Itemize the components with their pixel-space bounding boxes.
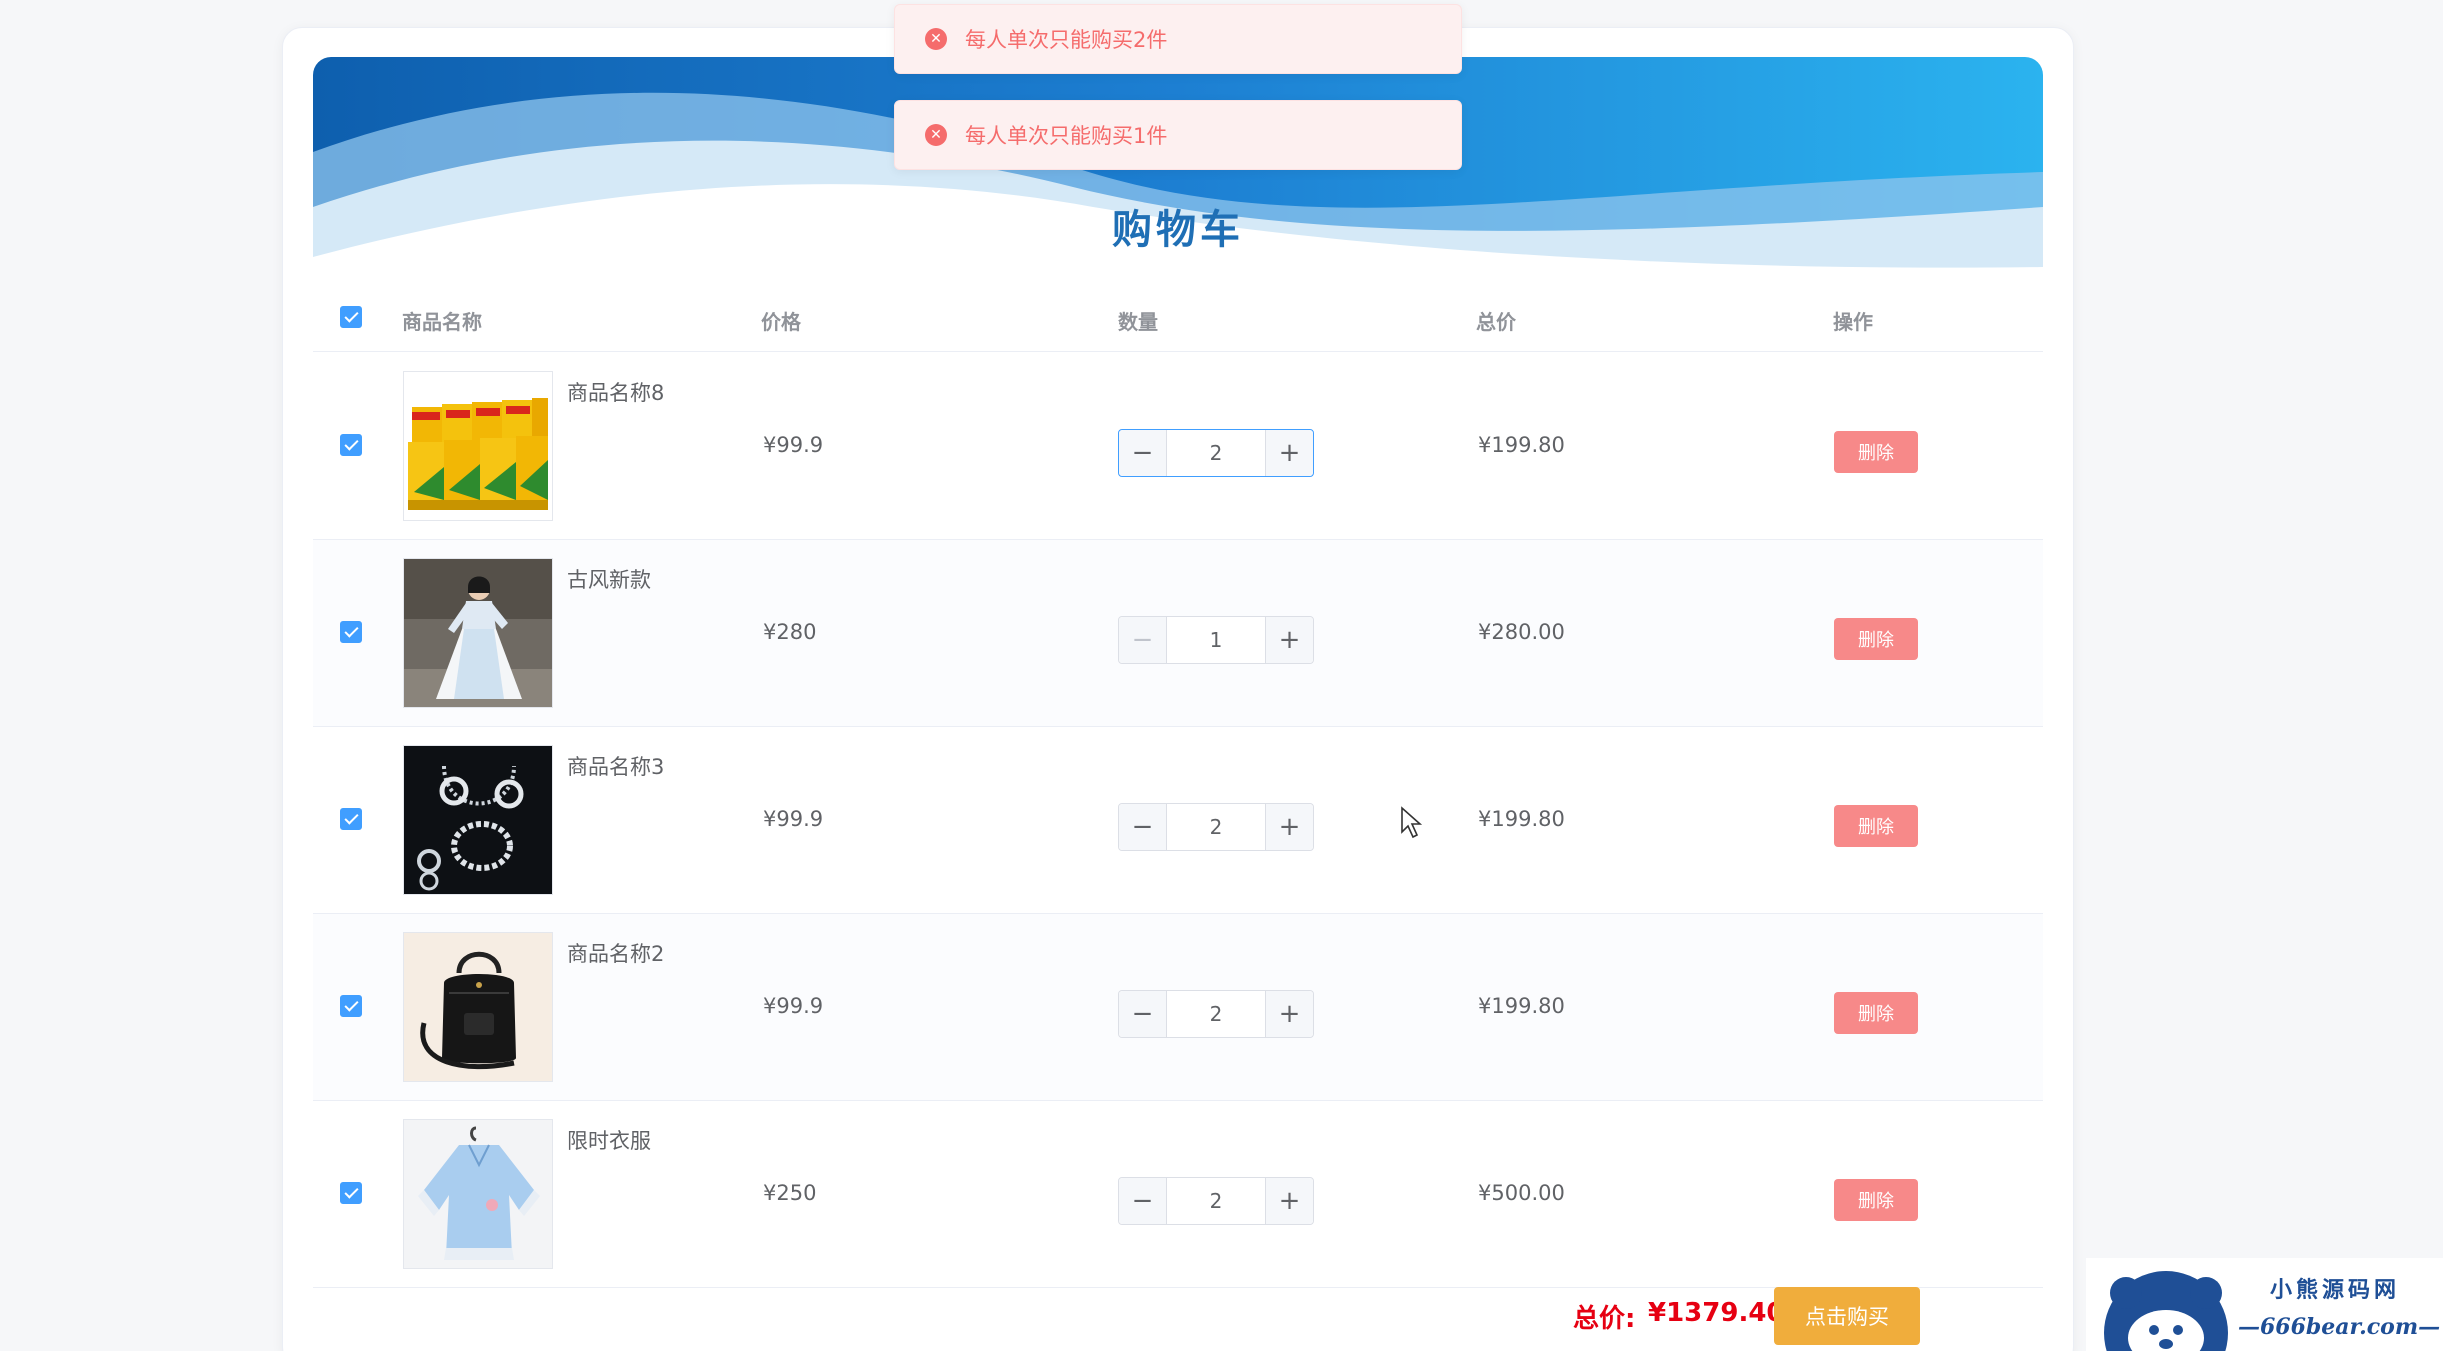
- header-action: 操作: [1833, 310, 1873, 334]
- increase-button[interactable]: +: [1265, 991, 1313, 1037]
- delete-button[interactable]: 删除: [1834, 618, 1918, 660]
- watermark: 小熊源码网 —666bear.com—: [2086, 1258, 2443, 1351]
- quantity-stepper: − 2 +: [1118, 990, 1314, 1038]
- decrease-button[interactable]: −: [1119, 430, 1167, 476]
- watermark-url: —666bear.com—: [2238, 1314, 2441, 1340]
- quantity-input[interactable]: 2: [1167, 1178, 1265, 1224]
- quantity-input[interactable]: 2: [1167, 991, 1265, 1037]
- table-row: 商品名称2 ¥99.9 − 2 + ¥199.80 删除: [313, 914, 2043, 1101]
- row-checkbox[interactable]: [340, 434, 362, 456]
- row-checkbox[interactable]: [340, 995, 362, 1017]
- table-row: 商品名称3 ¥99.9 − 2 + ¥199.80 删除: [313, 727, 2043, 914]
- toast-message: 每人单次只能购买2件: [965, 28, 1168, 52]
- product-name[interactable]: 商品名称2: [567, 938, 664, 968]
- product-price: ¥280: [763, 620, 817, 644]
- product-price: ¥99.9: [763, 433, 824, 457]
- delete-button[interactable]: 删除: [1834, 805, 1918, 847]
- quantity-stepper: − 2 +: [1118, 803, 1314, 851]
- grand-total-label: 总价:: [1573, 1304, 1636, 1334]
- table-header: 商品名称 价格 数量 总价 操作: [313, 284, 2043, 352]
- row-checkbox[interactable]: [340, 808, 362, 830]
- row-total: ¥280.00: [1478, 620, 1565, 644]
- buy-button[interactable]: 点击购买: [1774, 1287, 1920, 1345]
- quantity-input[interactable]: 2: [1167, 804, 1265, 850]
- header-price: 价格: [761, 310, 801, 334]
- toast-message: 每人单次只能购买1件: [965, 124, 1168, 148]
- increase-button[interactable]: +: [1265, 617, 1313, 663]
- grand-total-value: ¥1379.40: [1648, 1298, 1785, 1328]
- product-name[interactable]: 商品名称8: [567, 377, 664, 407]
- mouse-cursor-icon: [1401, 806, 1423, 839]
- error-toast-1: ✕ 每人单次只能购买2件: [894, 4, 1462, 74]
- row-checkbox[interactable]: [340, 621, 362, 643]
- product-price: ¥99.9: [763, 807, 824, 831]
- table-row: 商品名称8 ¥99.9 − 2 + ¥199.80 删除: [313, 353, 2043, 540]
- row-total: ¥500.00: [1478, 1181, 1565, 1205]
- quantity-stepper: − 2 +: [1118, 429, 1314, 477]
- error-toast-2: ✕ 每人单次只能购买1件: [894, 100, 1462, 170]
- increase-button[interactable]: +: [1265, 804, 1313, 850]
- error-circle-icon[interactable]: ✕: [925, 28, 947, 50]
- delete-button[interactable]: 删除: [1834, 1179, 1918, 1221]
- page-title: 购物车: [1112, 207, 1244, 253]
- increase-button[interactable]: +: [1265, 430, 1313, 476]
- product-price: ¥99.9: [763, 994, 824, 1018]
- select-all-checkbox[interactable]: [340, 306, 362, 328]
- increase-button[interactable]: +: [1265, 1178, 1313, 1224]
- delete-button[interactable]: 删除: [1834, 431, 1918, 473]
- error-circle-icon[interactable]: ✕: [925, 124, 947, 146]
- bear-logo-icon: [2104, 1271, 2228, 1351]
- header-quantity: 数量: [1118, 310, 1158, 334]
- row-total: ¥199.80: [1478, 807, 1565, 831]
- product-price: ¥250: [763, 1181, 817, 1205]
- product-name[interactable]: 商品名称3: [567, 751, 664, 781]
- product-image-blouse[interactable]: [403, 1119, 553, 1269]
- row-checkbox[interactable]: [340, 1182, 362, 1204]
- decrease-button[interactable]: −: [1119, 804, 1167, 850]
- table-row: 古风新款 ¥280 − 1 + ¥280.00 删除: [313, 540, 2043, 727]
- table-row: 限时衣服 ¥250 − 2 + ¥500.00 删除: [313, 1101, 2043, 1288]
- delete-button[interactable]: 删除: [1834, 992, 1918, 1034]
- row-total: ¥199.80: [1478, 994, 1565, 1018]
- product-name[interactable]: 古风新款: [567, 564, 651, 594]
- decrease-button[interactable]: −: [1119, 1178, 1167, 1224]
- quantity-stepper: − 1 +: [1118, 616, 1314, 664]
- row-total: ¥199.80: [1478, 433, 1565, 457]
- decrease-button[interactable]: −: [1119, 991, 1167, 1037]
- product-name[interactable]: 限时衣服: [567, 1125, 651, 1155]
- product-image-jewelry[interactable]: [403, 745, 553, 895]
- product-image-backpack[interactable]: [403, 932, 553, 1082]
- header-name: 商品名称: [402, 310, 482, 334]
- product-image-juice[interactable]: [403, 371, 553, 521]
- watermark-title: 小熊源码网: [2270, 1278, 2401, 1303]
- quantity-input[interactable]: 2: [1167, 430, 1265, 476]
- decrease-button[interactable]: −: [1119, 617, 1167, 663]
- product-image-hanfu[interactable]: [403, 558, 553, 708]
- quantity-input[interactable]: 1: [1167, 617, 1265, 663]
- quantity-stepper: − 2 +: [1118, 1177, 1314, 1225]
- header-total: 总价: [1476, 310, 1516, 334]
